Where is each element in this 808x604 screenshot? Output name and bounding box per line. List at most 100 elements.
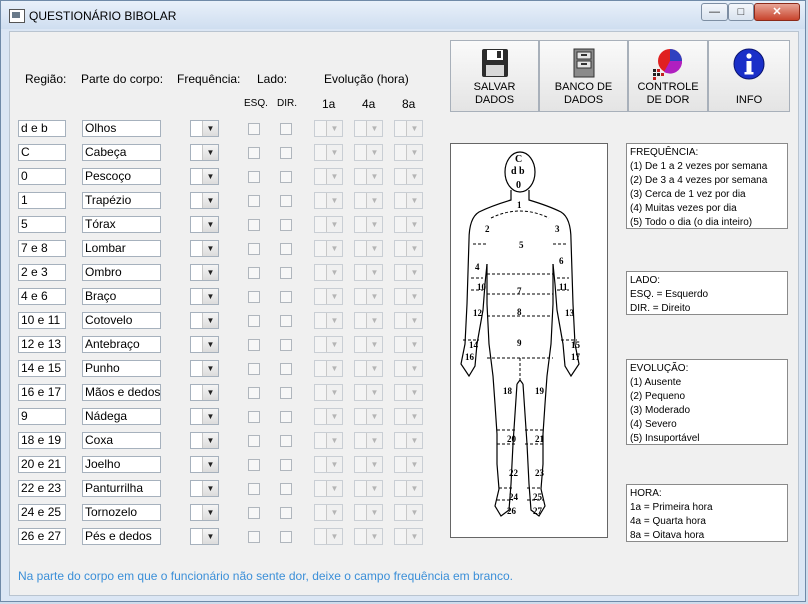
evolucao-8a-combo[interactable]: ▼ <box>394 216 423 233</box>
parte-do-corpo-field[interactable]: Panturrilha <box>82 480 161 497</box>
frequencia-combo[interactable]: ▼ <box>190 432 219 449</box>
regiao-field[interactable]: 12 e 13 <box>18 336 66 353</box>
evolucao-8a-combo[interactable]: ▼ <box>394 384 423 401</box>
frequencia-combo[interactable]: ▼ <box>190 480 219 497</box>
frequencia-combo[interactable]: ▼ <box>190 456 219 473</box>
regiao-field[interactable]: C <box>18 144 66 161</box>
minimize-button[interactable]: — <box>701 3 728 21</box>
frequencia-combo[interactable]: ▼ <box>190 144 219 161</box>
regiao-field[interactable]: 10 e 11 <box>18 312 66 329</box>
lado-esq-checkbox[interactable] <box>248 459 260 471</box>
parte-do-corpo-field[interactable]: Coxa <box>82 432 161 449</box>
evolucao-1a-combo[interactable]: ▼ <box>314 168 343 185</box>
regiao-field[interactable]: 26 e 27 <box>18 528 66 545</box>
lado-dir-checkbox[interactable] <box>280 363 292 375</box>
parte-do-corpo-field[interactable]: Punho <box>82 360 161 377</box>
parte-do-corpo-field[interactable]: Mãos e dedos <box>82 384 161 401</box>
frequencia-combo[interactable]: ▼ <box>190 216 219 233</box>
frequencia-combo[interactable]: ▼ <box>190 360 219 377</box>
evolucao-1a-combo[interactable]: ▼ <box>314 528 343 545</box>
evolucao-4a-combo[interactable]: ▼ <box>354 336 383 353</box>
frequencia-combo[interactable]: ▼ <box>190 120 219 137</box>
info-button[interactable]: INFO <box>708 40 790 112</box>
lado-dir-checkbox[interactable] <box>280 435 292 447</box>
frequencia-combo[interactable]: ▼ <box>190 336 219 353</box>
maximize-button[interactable]: □ <box>728 3 754 21</box>
lado-esq-checkbox[interactable] <box>248 171 260 183</box>
regiao-field[interactable]: 2 e 3 <box>18 264 66 281</box>
parte-do-corpo-field[interactable]: Braço <box>82 288 161 305</box>
parte-do-corpo-field[interactable]: Trapézio <box>82 192 161 209</box>
evolucao-4a-combo[interactable]: ▼ <box>354 192 383 209</box>
parte-do-corpo-field[interactable]: Joelho <box>82 456 161 473</box>
evolucao-8a-combo[interactable]: ▼ <box>394 480 423 497</box>
lado-dir-checkbox[interactable] <box>280 339 292 351</box>
evolucao-4a-combo[interactable]: ▼ <box>354 504 383 521</box>
evolucao-4a-combo[interactable]: ▼ <box>354 528 383 545</box>
lado-esq-checkbox[interactable] <box>248 123 260 135</box>
evolucao-8a-combo[interactable]: ▼ <box>394 456 423 473</box>
evolucao-8a-combo[interactable]: ▼ <box>394 336 423 353</box>
lado-dir-checkbox[interactable] <box>280 411 292 423</box>
frequencia-combo[interactable]: ▼ <box>190 312 219 329</box>
evolucao-8a-combo[interactable]: ▼ <box>394 360 423 377</box>
parte-do-corpo-field[interactable]: Tórax <box>82 216 161 233</box>
lado-esq-checkbox[interactable] <box>248 267 260 279</box>
regiao-field[interactable]: 5 <box>18 216 66 233</box>
regiao-field[interactable]: 7 e 8 <box>18 240 66 257</box>
evolucao-1a-combo[interactable]: ▼ <box>314 288 343 305</box>
evolucao-1a-combo[interactable]: ▼ <box>314 192 343 209</box>
parte-do-corpo-field[interactable]: Pés e dedos <box>82 528 161 545</box>
lado-dir-checkbox[interactable] <box>280 123 292 135</box>
evolucao-4a-combo[interactable]: ▼ <box>354 408 383 425</box>
lado-dir-checkbox[interactable] <box>280 507 292 519</box>
lado-esq-checkbox[interactable] <box>248 291 260 303</box>
parte-do-corpo-field[interactable]: Antebraço <box>82 336 161 353</box>
frequencia-combo[interactable]: ▼ <box>190 504 219 521</box>
regiao-field[interactable]: 1 <box>18 192 66 209</box>
evolucao-1a-combo[interactable]: ▼ <box>314 504 343 521</box>
lado-dir-checkbox[interactable] <box>280 315 292 327</box>
evolucao-8a-combo[interactable]: ▼ <box>394 312 423 329</box>
evolucao-1a-combo[interactable]: ▼ <box>314 216 343 233</box>
regiao-field[interactable]: 24 e 25 <box>18 504 66 521</box>
evolucao-8a-combo[interactable]: ▼ <box>394 120 423 137</box>
regiao-field[interactable]: 9 <box>18 408 66 425</box>
lado-dir-checkbox[interactable] <box>280 267 292 279</box>
lado-esq-checkbox[interactable] <box>248 147 260 159</box>
lado-esq-checkbox[interactable] <box>248 195 260 207</box>
parte-do-corpo-field[interactable]: Tornozelo <box>82 504 161 521</box>
lado-dir-checkbox[interactable] <box>280 195 292 207</box>
lado-esq-checkbox[interactable] <box>248 339 260 351</box>
regiao-field[interactable]: 18 e 19 <box>18 432 66 449</box>
evolucao-1a-combo[interactable]: ▼ <box>314 480 343 497</box>
evolucao-4a-combo[interactable]: ▼ <box>354 288 383 305</box>
lado-esq-checkbox[interactable] <box>248 435 260 447</box>
evolucao-8a-combo[interactable]: ▼ <box>394 504 423 521</box>
evolucao-1a-combo[interactable]: ▼ <box>314 360 343 377</box>
frequencia-combo[interactable]: ▼ <box>190 528 219 545</box>
evolucao-8a-combo[interactable]: ▼ <box>394 192 423 209</box>
salvar-dados-button[interactable]: SALVAR DADOS <box>450 40 539 112</box>
parte-do-corpo-field[interactable]: Ombro <box>82 264 161 281</box>
evolucao-1a-combo[interactable]: ▼ <box>314 384 343 401</box>
evolucao-4a-combo[interactable]: ▼ <box>354 120 383 137</box>
parte-do-corpo-field[interactable]: Nádega <box>82 408 161 425</box>
lado-dir-checkbox[interactable] <box>280 531 292 543</box>
evolucao-8a-combo[interactable]: ▼ <box>394 240 423 257</box>
evolucao-4a-combo[interactable]: ▼ <box>354 216 383 233</box>
parte-do-corpo-field[interactable]: Pescoço <box>82 168 161 185</box>
lado-dir-checkbox[interactable] <box>280 219 292 231</box>
frequencia-combo[interactable]: ▼ <box>190 240 219 257</box>
lado-esq-checkbox[interactable] <box>248 243 260 255</box>
evolucao-1a-combo[interactable]: ▼ <box>314 120 343 137</box>
lado-esq-checkbox[interactable] <box>248 507 260 519</box>
evolucao-8a-combo[interactable]: ▼ <box>394 288 423 305</box>
evolucao-4a-combo[interactable]: ▼ <box>354 456 383 473</box>
evolucao-4a-combo[interactable]: ▼ <box>354 144 383 161</box>
regiao-field[interactable]: 14 e 15 <box>18 360 66 377</box>
evolucao-8a-combo[interactable]: ▼ <box>394 168 423 185</box>
evolucao-8a-combo[interactable]: ▼ <box>394 528 423 545</box>
lado-esq-checkbox[interactable] <box>248 483 260 495</box>
evolucao-1a-combo[interactable]: ▼ <box>314 312 343 329</box>
